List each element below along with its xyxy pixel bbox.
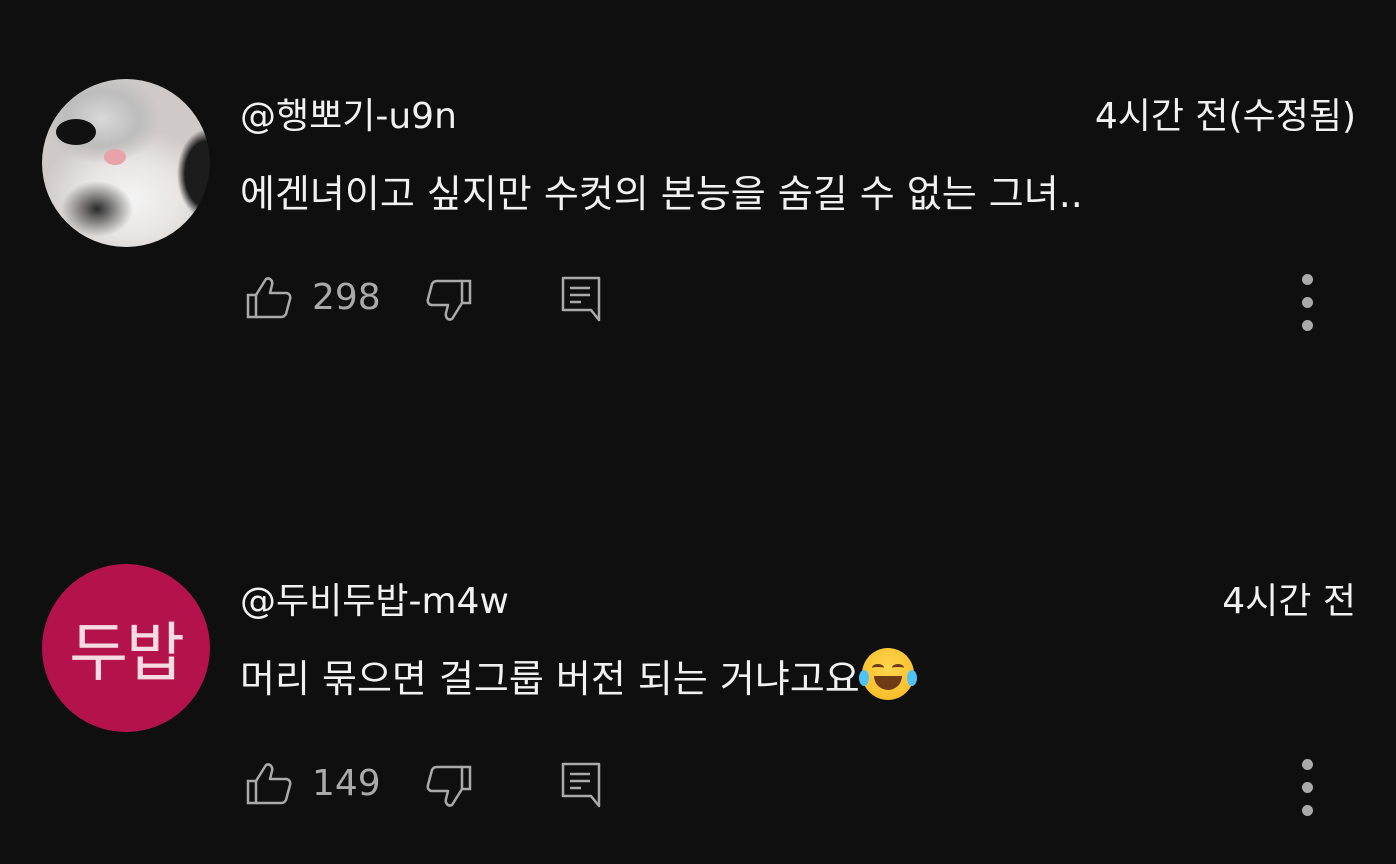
like-count: 298	[312, 276, 381, 318]
reply-comment-icon	[561, 762, 601, 808]
avatar-cat-nose	[104, 149, 126, 165]
dislike-button[interactable]	[426, 765, 472, 809]
comment-timestamp: 4시간 전	[1222, 581, 1356, 622]
comment-text-line: 머리 묶으면 걸그룹 버전 되는 거냐고요	[240, 648, 917, 703]
avatar-text: 두밥	[69, 617, 185, 691]
comment-text: 머리 묶으면 걸그룹 버전 되는 거냐고요	[240, 657, 860, 701]
like-button[interactable]: 149	[246, 761, 381, 805]
comment-text: 에겐녀이고 싶지만 수컷의 본능을 숨길 수 없는 그녀..	[240, 172, 1083, 216]
dislike-button[interactable]	[426, 279, 472, 323]
thumbs-up-icon	[246, 275, 292, 319]
face-with-tears-of-joy-icon	[858, 648, 917, 700]
like-count: 149	[312, 762, 381, 804]
avatar-cat-patch	[56, 119, 96, 145]
thumbs-down-icon	[426, 279, 472, 323]
comment-username[interactable]: @행뽀기-u9n	[240, 87, 457, 139]
comment-timestamp: 4시간 전(수정됨)	[1094, 96, 1356, 137]
more-vertical-icon[interactable]	[1302, 274, 1314, 343]
reply-comment-icon	[561, 276, 601, 322]
avatar[interactable]: 두밥	[42, 564, 210, 732]
avatar[interactable]	[42, 79, 210, 247]
comment-item: 두밥 @두비두밥-m4w 4시간 전 머리 묶으면 걸그룹 버전 되는 거냐고요…	[0, 564, 1396, 864]
reply-button[interactable]	[561, 276, 601, 322]
thumbs-up-icon	[246, 761, 292, 805]
more-vertical-icon[interactable]	[1302, 759, 1314, 828]
like-button[interactable]: 298	[246, 275, 381, 319]
thumbs-down-icon	[426, 765, 472, 809]
comment-username[interactable]: @두비두밥-m4w	[240, 572, 509, 624]
comment-item: @행뽀기-u9n 4시간 전(수정됨) 에겐녀이고 싶지만 수컷의 본능을 숨길…	[0, 79, 1396, 379]
reply-button[interactable]	[561, 762, 601, 808]
